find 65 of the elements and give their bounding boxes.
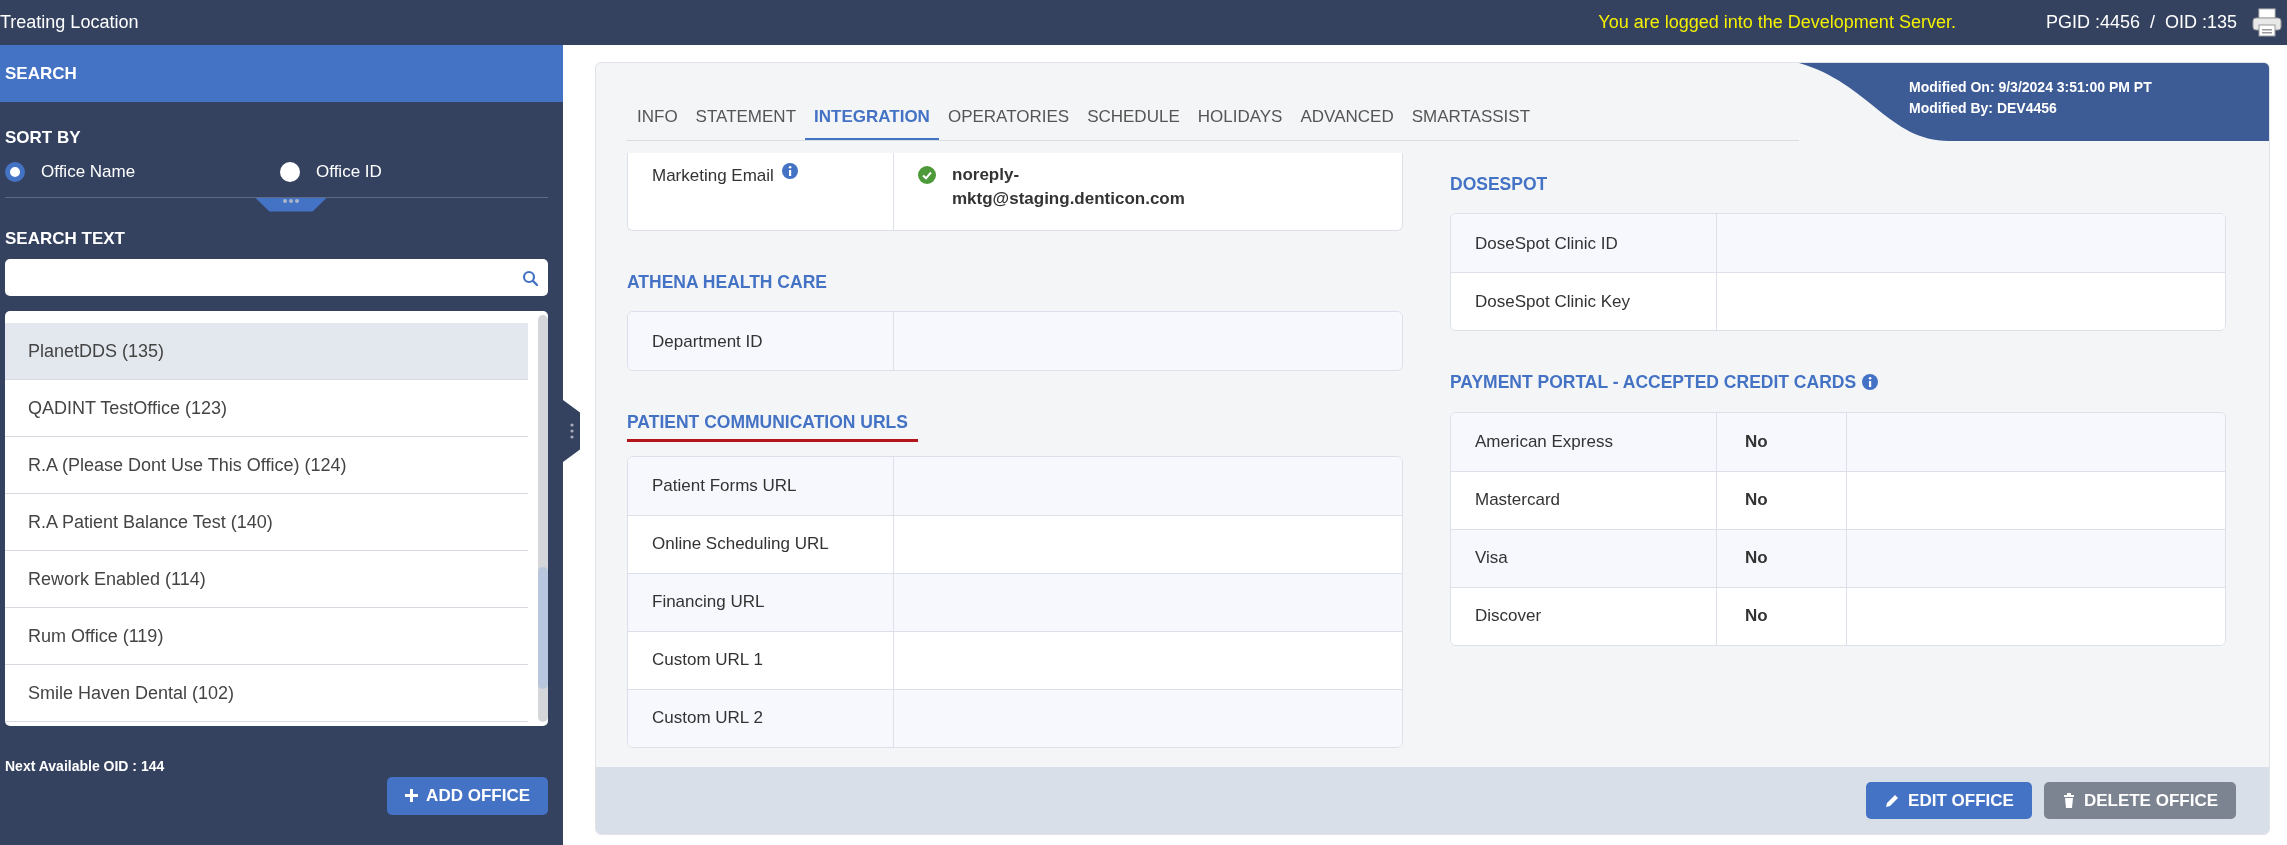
section-heading: PAYMENT PORTAL - ACCEPTED CREDIT CARDS: [1450, 369, 1889, 396]
field-label: Mastercard: [1475, 489, 1561, 512]
radio-button[interactable]: [280, 161, 300, 182]
office-list-item[interactable]: Rum Office (119): [5, 608, 528, 665]
field-label: Department ID: [652, 330, 763, 353]
tab[interactable]: STATEMENT: [686, 95, 806, 140]
office-ids: PGID :4456 / OID :135: [2045, 11, 2237, 34]
info-icon: [1862, 374, 1879, 391]
dots-icon: [282, 197, 300, 204]
office-list-item[interactable]: Rework Enabled (114): [5, 551, 528, 608]
field-label: Financing URL: [652, 591, 765, 614]
radio-button[interactable]: [5, 161, 25, 182]
tab[interactable]: INTEGRATION: [805, 95, 939, 140]
office-list-item[interactable]: QADINT TestOffice (123): [5, 380, 528, 437]
field-value: No: [1745, 430, 1768, 453]
radio-label: Office Name: [41, 160, 136, 183]
app-title: Treating Location: [0, 11, 139, 34]
tab[interactable]: HOLIDAYS: [1188, 95, 1292, 140]
modified-on-text: Modified On: 9/3/2024 3:51:00 PM PT: [1909, 78, 2153, 97]
search-text-label: SEARCH TEXT: [5, 227, 125, 250]
section-heading: DOSESPOT: [1450, 173, 1549, 196]
radio-label: Office ID: [316, 160, 382, 183]
search-icon: [522, 269, 538, 286]
office-list-item[interactable]: R.A (Please Dont Use This Office) (124): [5, 437, 528, 494]
tab[interactable]: OPERATORIES: [938, 95, 1079, 140]
tab[interactable]: INFO: [628, 95, 687, 140]
field-label: DoseSpot Clinic ID: [1475, 232, 1618, 255]
field-value: No: [1745, 605, 1768, 628]
field-value: No: [1745, 489, 1768, 512]
office-list-item[interactable]: PlanetDDS (135): [5, 323, 528, 380]
field-label: Marketing Email: [652, 165, 774, 187]
field-label: Patient Forms URL: [652, 474, 797, 497]
sort-by-label: SORT BY: [5, 127, 81, 149]
modified-by-text: Modified By: DEV4456: [1909, 99, 2058, 118]
tab[interactable]: SCHEDULE: [1078, 95, 1189, 140]
field-label: Custom URL 1: [652, 649, 763, 672]
search-field[interactable]: [5, 259, 548, 296]
field-label: Visa: [1475, 547, 1508, 570]
tab[interactable]: SMARTASSIST: [1402, 95, 1540, 140]
office-list-item[interactable]: Smile Haven Dental (102): [5, 665, 528, 722]
field-label: American Express: [1475, 430, 1613, 453]
field-label: Custom URL 2: [652, 707, 763, 730]
printer-icon[interactable]: [2251, 6, 2283, 39]
server-notice: You are logged into the Development Server.: [1598, 11, 1956, 34]
dots-icon: [569, 423, 574, 439]
next-oid-text: Next Available OID : 144: [5, 757, 166, 776]
trash-icon: [2061, 792, 2076, 809]
section-heading: PATIENT COMMUNICATION URLS: [627, 409, 918, 442]
sidebar-header: SEARCH: [0, 45, 563, 102]
office-list-item[interactable]: R.A Patient Balance Test (140): [5, 494, 528, 551]
check-icon: [918, 166, 936, 184]
field-label: DoseSpot Clinic Key: [1475, 291, 1630, 313]
delete-office-button[interactable]: DELETE OFFICE: [2043, 781, 2236, 820]
section-heading: ATHENA HEALTH CARE: [627, 271, 828, 294]
scrollbar[interactable]: [538, 315, 548, 722]
plus-icon: [405, 789, 419, 803]
add-office-button[interactable]: ADD OFFICE: [387, 777, 548, 815]
field-value: noreply-mktg@staging.denticon.com: [952, 164, 1186, 210]
field-label: Online Scheduling URL: [652, 533, 829, 556]
info-icon: [781, 163, 798, 179]
field-value: No: [1745, 547, 1768, 570]
edit-office-button[interactable]: EDIT OFFICE: [1866, 781, 2032, 820]
field-label: Discover: [1475, 605, 1542, 628]
pencil-icon: [1884, 792, 1901, 809]
tab[interactable]: ADVANCED: [1291, 95, 1403, 140]
